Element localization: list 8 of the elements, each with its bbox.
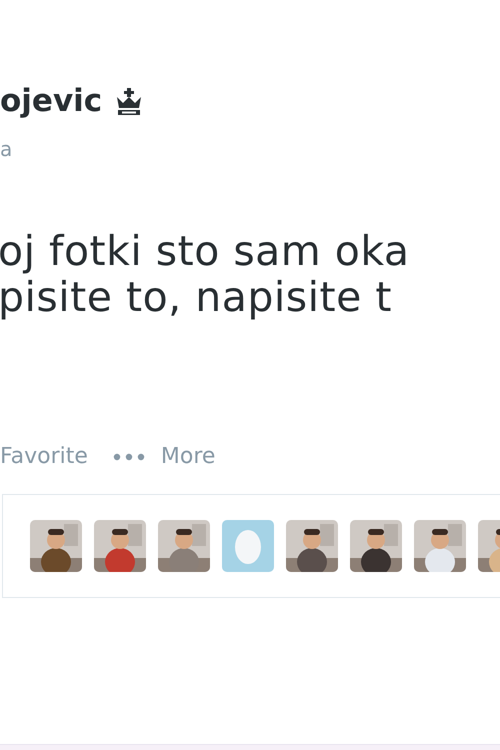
more-dots-icon[interactable] xyxy=(112,453,145,461)
egg-avatar-icon[interactable] xyxy=(222,520,274,572)
more-button[interactable]: More xyxy=(160,443,216,471)
author-name[interactable]: ojevic xyxy=(0,82,102,120)
author-handle[interactable]: a xyxy=(0,138,500,160)
tweet-text: oj fotki sto sam oka xyxy=(0,228,411,274)
tweet-text: pisite to, napisite t xyxy=(0,274,393,320)
favorite-button[interactable]: Favorite xyxy=(0,443,88,471)
